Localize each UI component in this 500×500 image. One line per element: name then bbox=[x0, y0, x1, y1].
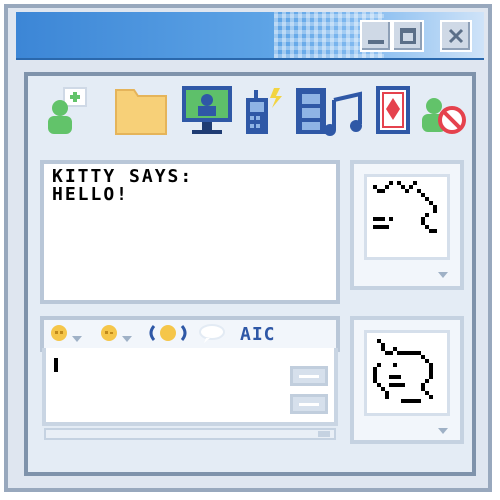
wink-icon[interactable] bbox=[100, 322, 118, 348]
search-button[interactable] bbox=[290, 394, 328, 414]
contact-avatar-panel[interactable] bbox=[350, 160, 464, 290]
mobile-icon[interactable] bbox=[242, 84, 288, 140]
contact-avatar bbox=[364, 174, 450, 260]
text-cursor bbox=[54, 358, 58, 372]
media-music-icon[interactable] bbox=[294, 84, 368, 140]
minimize-button[interactable] bbox=[360, 20, 392, 52]
remote-desktop-icon[interactable] bbox=[178, 84, 236, 140]
chevron-down-icon[interactable] bbox=[438, 428, 448, 434]
chevron-down-icon[interactable] bbox=[72, 336, 82, 342]
chevron-down-icon[interactable] bbox=[438, 272, 448, 278]
message-display: KITTY SAYS: HELLO! bbox=[40, 160, 340, 304]
my-avatar-panel[interactable] bbox=[350, 316, 464, 444]
font-style-button[interactable]: AIC bbox=[240, 322, 286, 348]
chevron-down-icon[interactable] bbox=[122, 336, 132, 342]
format-toolbar-items: AIC bbox=[44, 322, 338, 348]
my-avatar bbox=[364, 330, 450, 416]
message-text: KITTY SAYS: HELLO! bbox=[52, 166, 194, 205]
speech-bubble-icon[interactable] bbox=[198, 322, 226, 348]
maximize-button[interactable] bbox=[392, 20, 424, 52]
block-contact-icon[interactable] bbox=[418, 84, 470, 140]
card-icon[interactable] bbox=[374, 84, 414, 140]
horizontal-scrollbar[interactable] bbox=[44, 428, 336, 440]
folder-icon[interactable] bbox=[112, 84, 170, 140]
toolbar bbox=[44, 84, 474, 140]
scroll-grip[interactable] bbox=[318, 431, 330, 437]
cat-face-icon bbox=[373, 181, 437, 233]
close-icon bbox=[448, 28, 464, 44]
message-input[interactable] bbox=[42, 348, 338, 426]
close-button[interactable] bbox=[440, 20, 472, 52]
cat-profile-icon bbox=[373, 339, 433, 403]
maximize-icon bbox=[400, 28, 416, 44]
smiley-icon[interactable] bbox=[50, 322, 68, 348]
nudge-icon[interactable] bbox=[148, 322, 188, 348]
minimize-icon bbox=[368, 40, 384, 44]
add-contact-icon[interactable] bbox=[44, 84, 96, 140]
send-button[interactable] bbox=[290, 366, 328, 386]
